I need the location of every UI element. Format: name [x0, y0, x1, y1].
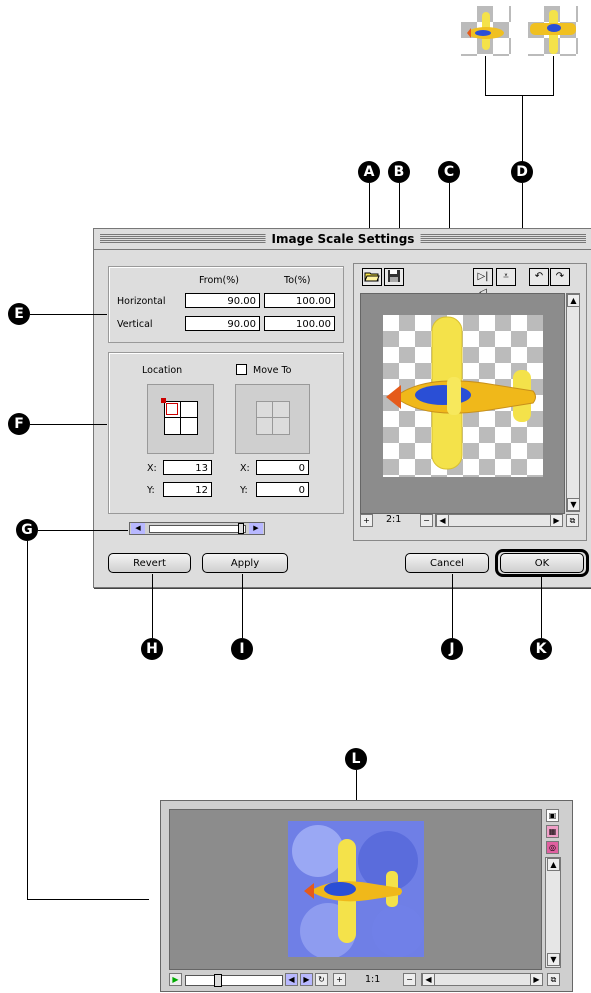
image-viewer-window: ▣ ▦ ◎ ▲ ▼ ▶ ◀ ▶ ↻ + 1:1 − ◀ ▶ ⧉	[160, 800, 573, 992]
flip-vertical-icon[interactable]: ⩡	[496, 268, 516, 286]
zoom-in-icon[interactable]: +	[360, 514, 373, 527]
prev-frame-icon[interactable]: ◀	[285, 973, 298, 986]
mask-toggle-icon[interactable]: ◎	[546, 841, 559, 854]
viewer-slider-thumb[interactable]	[214, 974, 222, 987]
location-x-field[interactable]: 13	[163, 460, 212, 475]
revert-button[interactable]: Revert	[108, 553, 191, 573]
next-frame-icon[interactable]: ▶	[300, 973, 313, 986]
vertical-label: Vertical	[117, 319, 153, 330]
preview-image	[383, 315, 543, 477]
preview-vertical-scrollbar[interactable]: ▲ ▼	[566, 293, 580, 512]
vertical-from-field[interactable]: 90.00	[185, 316, 260, 331]
viewer-resize-grip-icon[interactable]: ⧉	[547, 973, 560, 986]
viewer-horizontal-scrollbar[interactable]: ◀ ▶	[421, 973, 543, 986]
callout-b: B	[388, 161, 410, 183]
location-x-label: X:	[147, 463, 157, 474]
horizontal-to-field[interactable]: 100.00	[264, 293, 335, 308]
preview-horizontal-scrollbar[interactable]: ◀ ▶	[435, 514, 563, 527]
viewer-vertical-scrollbar[interactable]: ▲ ▼	[545, 857, 561, 968]
preview-panel: ▷|◁ ⩡ ↶ ↷ ▲ ▼ + 2:1	[353, 263, 587, 541]
callout-k: K	[530, 638, 552, 660]
scroll-down-arrow[interactable]: ▼	[567, 498, 580, 511]
scroll-right-arrow[interactable]: ▶	[550, 514, 563, 527]
callout-d: D	[511, 161, 533, 183]
location-label: Location	[142, 365, 183, 376]
zoom-out-icon[interactable]: −	[420, 514, 433, 527]
callout-f: F	[8, 413, 30, 435]
callout-g: G	[16, 519, 38, 541]
location-anchor-box[interactable]	[147, 384, 214, 454]
move-to-checkbox[interactable]	[236, 364, 247, 375]
preview-bottom-bar: + 2:1 − ◀ ▶ ⧉	[360, 514, 580, 528]
move-to-y-label: Y:	[240, 485, 248, 496]
slider-left-icon[interactable]: ◀	[131, 523, 145, 534]
scroll-left-arrow[interactable]: ◀	[436, 514, 449, 527]
callout-h: H	[141, 638, 163, 660]
viewer-zoom-label: 1:1	[365, 974, 381, 985]
plane-thumbnail-icon	[530, 10, 576, 54]
viewer-frame-slider[interactable]	[185, 974, 283, 987]
airplane-scaled-image	[288, 821, 424, 959]
callout-c: C	[438, 161, 460, 183]
viewer-image	[288, 821, 424, 959]
rotate-right-icon[interactable]: ↷	[550, 268, 570, 286]
dialog-title: Image Scale Settings	[265, 231, 421, 247]
viewer-scroll-down-arrow[interactable]: ▼	[547, 953, 560, 966]
frame-slider[interactable]: ◀ ▶	[129, 522, 265, 535]
from-header: From(%)	[199, 275, 239, 286]
viewer-canvas	[169, 809, 542, 970]
to-header: To(%)	[284, 275, 311, 286]
move-to-x-field[interactable]: 0	[256, 460, 309, 475]
checker-toggle-icon[interactable]: ▦	[546, 825, 559, 838]
image-scale-settings-dialog: Image Scale Settings From(%) To(%) Horiz…	[93, 228, 591, 588]
callout-l: L	[345, 748, 367, 770]
horizontal-label: Horizontal	[117, 296, 166, 307]
loop-icon[interactable]: ↻	[315, 973, 328, 986]
vertical-to-field[interactable]: 100.00	[264, 316, 335, 331]
apply-button[interactable]: Apply	[202, 553, 288, 573]
viewer-bottom-bar: ▶ ◀ ▶ ↻ + 1:1 − ◀ ▶ ⧉	[169, 973, 564, 987]
thumbnail-original	[461, 6, 511, 56]
viewer-scroll-right-arrow[interactable]: ▶	[530, 973, 543, 986]
ok-button[interactable]: OK	[500, 553, 584, 573]
scale-group: From(%) To(%) Horizontal Vertical 90.00 …	[108, 266, 344, 343]
flip-horizontal-icon[interactable]: ▷|◁	[473, 268, 493, 298]
slider-thumb[interactable]	[238, 523, 244, 534]
callout-e: E	[8, 303, 30, 325]
location-y-label: Y:	[147, 485, 155, 496]
resize-grip-icon[interactable]: ⧉	[566, 514, 579, 527]
open-folder-icon[interactable]	[362, 268, 382, 286]
save-disk-icon[interactable]	[384, 268, 404, 286]
viewer-scroll-up-arrow[interactable]: ▲	[547, 858, 560, 871]
scroll-up-arrow[interactable]: ▲	[567, 294, 580, 307]
plane-thumbnail-icon	[467, 12, 504, 50]
move-to-anchor-box[interactable]	[235, 384, 310, 454]
viewer-zoom-in-icon[interactable]: +	[333, 973, 346, 986]
horizontal-from-field[interactable]: 90.00	[185, 293, 260, 308]
airplane-image	[386, 316, 536, 470]
viewer-zoom-out-icon[interactable]: −	[403, 973, 416, 986]
move-to-x-label: X:	[240, 463, 250, 474]
rotate-left-icon[interactable]: ↶	[529, 268, 549, 286]
viewer-scroll-left-arrow[interactable]: ◀	[422, 973, 435, 986]
move-to-label: Move To	[253, 365, 292, 376]
callout-a: A	[358, 161, 380, 183]
move-to-y-field[interactable]: 0	[256, 482, 309, 497]
title-bar[interactable]: Image Scale Settings	[94, 229, 591, 250]
location-group: Location Move To X: 13 Y: 12 X: 0 Y: 0	[108, 352, 344, 514]
play-icon[interactable]: ▶	[169, 973, 182, 986]
callout-i: I	[231, 638, 253, 660]
slider-right-icon[interactable]: ▶	[249, 523, 263, 534]
preview-zoom-label: 2:1	[386, 514, 402, 525]
thumbnail-scaled	[528, 6, 578, 56]
location-y-field[interactable]: 12	[163, 482, 212, 497]
callout-j: J	[441, 638, 463, 660]
cancel-button[interactable]: Cancel	[405, 553, 489, 573]
film-strip-icon[interactable]: ▣	[546, 809, 559, 822]
preview-canvas	[360, 293, 565, 514]
